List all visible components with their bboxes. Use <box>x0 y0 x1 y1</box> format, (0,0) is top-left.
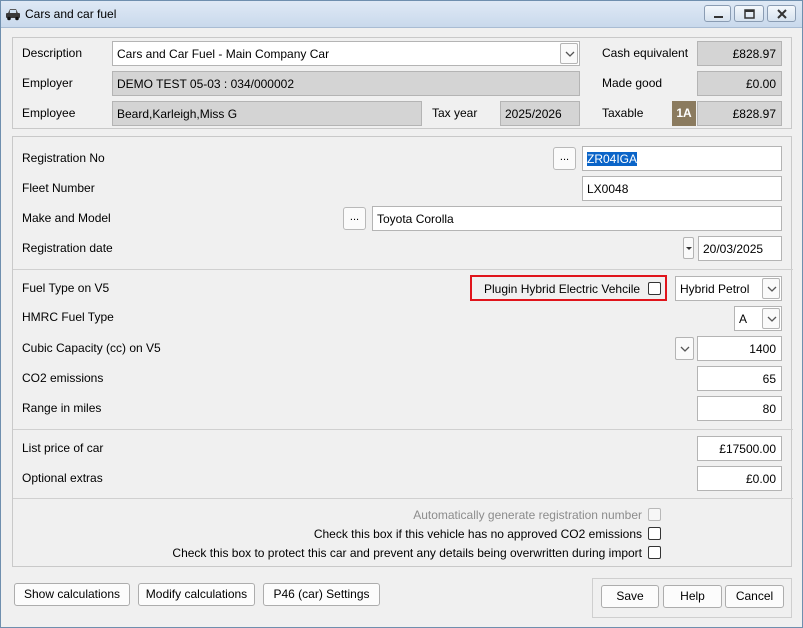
protect-car-checkbox[interactable] <box>648 546 661 559</box>
close-button[interactable] <box>767 5 796 22</box>
list-price-input[interactable]: £17500.00 <box>697 436 782 461</box>
make-model-input[interactable]: Toyota Corolla <box>372 206 782 231</box>
employer-label: Employer <box>22 76 73 90</box>
taxable-field: £828.97 <box>697 101 782 126</box>
chevron-down-icon <box>767 286 777 292</box>
divider <box>13 429 793 430</box>
co2-emissions-input[interactable]: 65 <box>697 366 782 391</box>
hmrc-fuel-type-dropdown-button[interactable] <box>762 308 780 329</box>
help-button[interactable]: Help <box>663 585 722 608</box>
fuel-type-label: Fuel Type on V5 <box>22 281 110 295</box>
employer-field: DEMO TEST 05-03 : 034/000002 <box>112 71 580 96</box>
modify-calculations-button[interactable]: Modify calculations <box>138 583 255 606</box>
cars-and-car-fuel-window: Cars and car fuel Description Cars and C… <box>0 0 803 628</box>
co2-emissions-label: CO2 emissions <box>22 371 104 385</box>
date-picker-button[interactable] <box>683 237 694 259</box>
phev-label: Plugin Hybrid Electric Vehcile <box>484 282 641 296</box>
registration-browse-button[interactable]: ... <box>553 147 576 170</box>
fuel-type-value: Hybrid Petrol <box>680 282 750 296</box>
divider <box>13 498 793 499</box>
employee-field: Beard,Karleigh,Miss G <box>112 101 422 126</box>
save-button[interactable]: Save <box>601 585 659 608</box>
make-model-label: Make and Model <box>22 211 111 225</box>
hmrc-fuel-type-value: A <box>739 312 748 326</box>
minimize-icon <box>714 16 723 18</box>
cash-equivalent-label: Cash equivalent <box>602 46 689 60</box>
optional-extras-input[interactable]: £0.00 <box>697 466 782 491</box>
chevron-down-icon <box>565 51 575 57</box>
chevron-down-icon <box>680 346 690 352</box>
made-good-label: Made good <box>602 76 663 90</box>
fuel-type-dropdown-button[interactable] <box>762 278 780 299</box>
employee-label: Employee <box>22 106 76 120</box>
fleet-number-label: Fleet Number <box>22 181 95 195</box>
auto-registration-checkbox[interactable] <box>648 508 661 521</box>
tax-year-label: Tax year <box>432 106 478 120</box>
range-in-miles-label: Range in miles <box>22 401 102 415</box>
registration-input[interactable]: ZR04IGA <box>582 146 782 171</box>
registration-label: Registration No <box>22 151 105 165</box>
protect-car-label: Check this box to protect this car and p… <box>172 546 642 560</box>
no-co2-label: Check this box if this vehicle has no ap… <box>313 527 642 541</box>
chevron-down-icon <box>686 247 692 250</box>
window-title: Cars and car fuel <box>25 7 117 21</box>
taxable-label: Taxable <box>602 106 644 120</box>
make-model-browse-button[interactable]: ... <box>343 207 366 230</box>
no-co2-checkbox[interactable] <box>648 527 661 540</box>
maximize-icon <box>744 9 755 19</box>
tax-year-field: 2025/2026 <box>500 101 580 126</box>
close-icon <box>777 9 787 19</box>
cubic-capacity-input[interactable]: 1400 <box>697 336 782 361</box>
description-label: Description <box>22 46 83 60</box>
cubic-capacity-dropdown-button[interactable] <box>675 337 694 360</box>
cubic-capacity-label: Cubic Capacity (cc) on V5 <box>22 341 161 355</box>
auto-registration-label: Automatically generate registration numb… <box>413 508 642 522</box>
cancel-button[interactable]: Cancel <box>725 585 784 608</box>
made-good-field: £0.00 <box>697 71 782 96</box>
cash-equivalent-field: £828.97 <box>697 41 782 66</box>
hmrc-fuel-type-label: HMRC Fuel Type <box>22 310 114 324</box>
registration-value: ZR04IGA <box>587 152 638 166</box>
optional-extras-label: Optional extras <box>22 471 103 485</box>
show-calculations-button[interactable]: Show calculations <box>14 583 130 606</box>
list-price-label: List price of car <box>22 441 104 455</box>
fleet-number-input[interactable]: LX0048 <box>582 176 782 201</box>
taxable-category-badge: 1A <box>672 101 696 126</box>
description-dropdown-button[interactable] <box>560 43 578 64</box>
maximize-button[interactable] <box>734 5 764 22</box>
title-bar[interactable]: Cars and car fuel <box>1 1 802 28</box>
description-select[interactable]: Cars and Car Fuel - Main Company Car <box>112 41 580 66</box>
chevron-down-icon <box>767 316 777 322</box>
divider <box>13 269 793 270</box>
description-value: Cars and Car Fuel - Main Company Car <box>117 47 330 61</box>
registration-date-input[interactable]: 20/03/2025 <box>698 236 782 261</box>
p46-settings-button[interactable]: P46 (car) Settings <box>263 583 380 606</box>
phev-checkbox[interactable] <box>648 282 661 295</box>
registration-date-label: Registration date <box>22 241 113 255</box>
range-in-miles-input[interactable]: 80 <box>697 396 782 421</box>
minimize-button[interactable] <box>704 5 731 22</box>
car-icon <box>6 9 20 21</box>
